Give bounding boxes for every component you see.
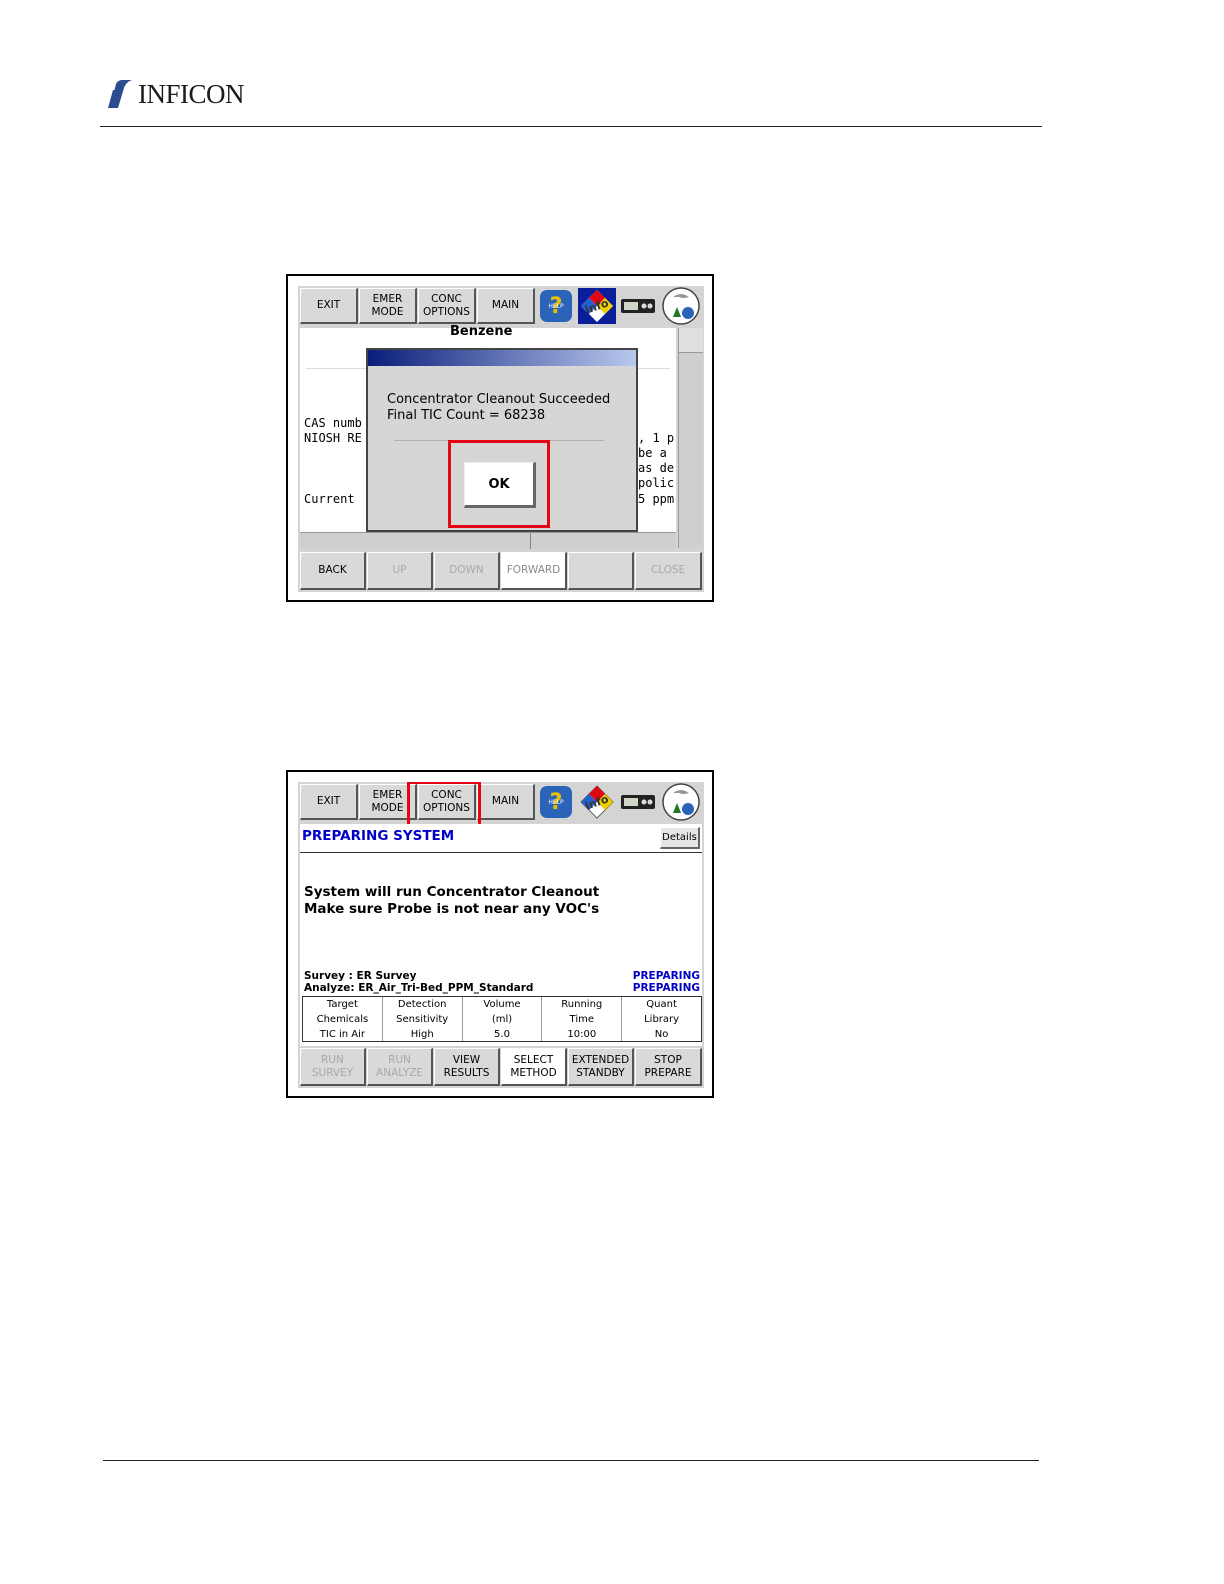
details-button[interactable]: Details <box>660 827 700 849</box>
column-header: Time <box>569 1014 595 1025</box>
stop-prepare-button[interactable]: STOP PREPARE <box>635 1048 702 1086</box>
svg-text:HELP: HELP <box>548 799 564 806</box>
back-button[interactable]: BACK <box>300 552 366 590</box>
device-screen: EXIT EMER MODE CONC OPTIONS MAIN ? HELP i… <box>298 782 704 1088</box>
environment-icon[interactable] <box>660 783 702 821</box>
column-value: 5.0 <box>494 1029 510 1040</box>
status-divider <box>300 852 702 853</box>
column-header: Detection <box>397 999 447 1010</box>
survey-state: PREPARING <box>632 970 700 982</box>
blank-button[interactable] <box>568 552 634 590</box>
table-column: Running Time 10:00 <box>541 997 621 1041</box>
top-toolbar: EXIT EMER MODE CONC OPTIONS MAIN ? HELP i… <box>298 782 704 827</box>
main-button[interactable]: MAIN <box>477 288 535 324</box>
column-header: Target <box>326 999 358 1010</box>
conc-options-highlight-box <box>407 782 481 827</box>
run-analyze-button[interactable]: RUN ANALYZE <box>367 1048 433 1086</box>
right-text-line: polic <box>638 476 675 490</box>
brand-name: INFICON <box>138 78 245 109</box>
instrument-icon[interactable] <box>619 784 657 820</box>
inficon-logo: INFICON <box>106 78 245 110</box>
vertical-scrollbar[interactable] <box>678 328 703 548</box>
analyze-state: PREPARING <box>632 982 700 994</box>
inficon-mark-icon <box>108 80 132 108</box>
column-header: Quant <box>646 999 677 1010</box>
conc-options-button[interactable]: CONC OPTIONS <box>418 288 476 324</box>
view-results-button[interactable]: VIEW RESULTS <box>434 1048 500 1086</box>
ok-highlight-box <box>448 440 550 528</box>
run-survey-button[interactable]: RUN SURVEY <box>300 1048 366 1086</box>
environment-icon[interactable] <box>660 287 702 325</box>
table-column: Quant Library No <box>621 997 701 1041</box>
screenshot-cleanout-succeeded: EXIT EMER MODE CONC OPTIONS MAIN ? HELP i… <box>286 274 714 602</box>
extended-standby-button[interactable]: EXTENDED STANDBY <box>568 1048 634 1086</box>
help-icon[interactable]: ? HELP <box>537 288 575 324</box>
current-text: Current <box>304 492 355 506</box>
column-header: Volume <box>483 999 521 1010</box>
dialog-line-1: Concentrator Cleanout Succeeded <box>387 392 611 407</box>
table-column: Volume (ml) 5.0 <box>461 997 542 1041</box>
table-column: Target Chemicals TIC in Air <box>303 997 382 1041</box>
up-button[interactable]: UP <box>367 552 433 590</box>
dialog-titlebar <box>368 350 636 366</box>
method-summary-table: Target Chemicals TIC in Air Detection Sensi… <box>302 996 702 1042</box>
column-header: (ml) <box>491 1014 513 1025</box>
status-panel: PREPARING SYSTEM Details System will run… <box>300 824 702 1046</box>
message-line-1: System will run Concentrator Cleanout <box>304 884 600 900</box>
table-column: Detection Sensitivity High <box>381 997 462 1041</box>
device-screen: EXIT EMER MODE CONC OPTIONS MAIN ? HELP i… <box>298 286 704 592</box>
footer-rule <box>103 1460 1039 1461</box>
dialog-message: Concentrator Cleanout Succeeded Final TI… <box>387 392 610 424</box>
dialog-line-2: Final TIC Count = 68238 <box>387 408 546 423</box>
exit-button[interactable]: EXIT <box>300 784 358 820</box>
info-hazard-icon[interactable]: info <box>578 288 616 324</box>
exit-button[interactable]: EXIT <box>300 288 358 324</box>
right-text-line: , 1 p <box>638 431 675 445</box>
column-value: High <box>410 1029 434 1040</box>
help-icon[interactable]: ? HELP <box>537 784 575 820</box>
message-line-2: Make sure Probe is not near any VOC's <box>304 901 600 917</box>
niosh-text: NIOSH RE <box>304 431 362 445</box>
horizontal-scrollbar[interactable] <box>300 532 676 549</box>
header-rule <box>100 126 1042 127</box>
scrollbar-divider <box>530 533 531 549</box>
scrollbar-thumb[interactable] <box>679 328 703 353</box>
analyze-label: Analyze: ER_Air_Tri-Bed_PPM_Standard <box>304 982 534 994</box>
status-message: System will run Concentrator Cleanout Ma… <box>304 884 599 918</box>
right-text-line: as de <box>638 461 675 475</box>
status-title: PREPARING SYSTEM <box>302 828 455 844</box>
cas-text: CAS numb <box>304 416 362 430</box>
svg-text:HELP: HELP <box>548 303 564 310</box>
column-value: No <box>654 1029 669 1040</box>
forward-button[interactable]: FORWARD <box>501 552 567 590</box>
instrument-icon[interactable] <box>619 288 657 324</box>
survey-label: Survey : ER Survey <box>304 970 417 982</box>
screenshot-preparing-system: EXIT EMER MODE CONC OPTIONS MAIN ? HELP i… <box>286 770 714 1098</box>
top-toolbar: EXIT EMER MODE CONC OPTIONS MAIN ? HELP i… <box>298 286 704 328</box>
down-button[interactable]: DOWN <box>434 552 500 590</box>
cleanout-dialog: Concentrator Cleanout Succeeded Final TI… <box>366 348 638 532</box>
column-header: Sensitivity <box>396 1014 449 1025</box>
column-header: Chemicals <box>316 1014 369 1025</box>
column-value: TIC in Air <box>319 1029 366 1040</box>
emer-mode-button[interactable]: EMER MODE <box>359 288 417 324</box>
column-header: Library <box>644 1014 680 1025</box>
chemical-name: Benzene <box>450 324 513 339</box>
info-hazard-icon[interactable]: info <box>578 784 616 820</box>
column-header: Running <box>561 999 603 1010</box>
column-value: 10:00 <box>567 1029 597 1040</box>
right-text-line: 5 ppm <box>638 492 675 506</box>
close-button[interactable]: CLOSE <box>635 552 702 590</box>
select-method-button[interactable]: SELECT METHOD <box>501 1048 567 1086</box>
right-text-line: be a <box>638 446 667 460</box>
main-button[interactable]: MAIN <box>477 784 535 820</box>
